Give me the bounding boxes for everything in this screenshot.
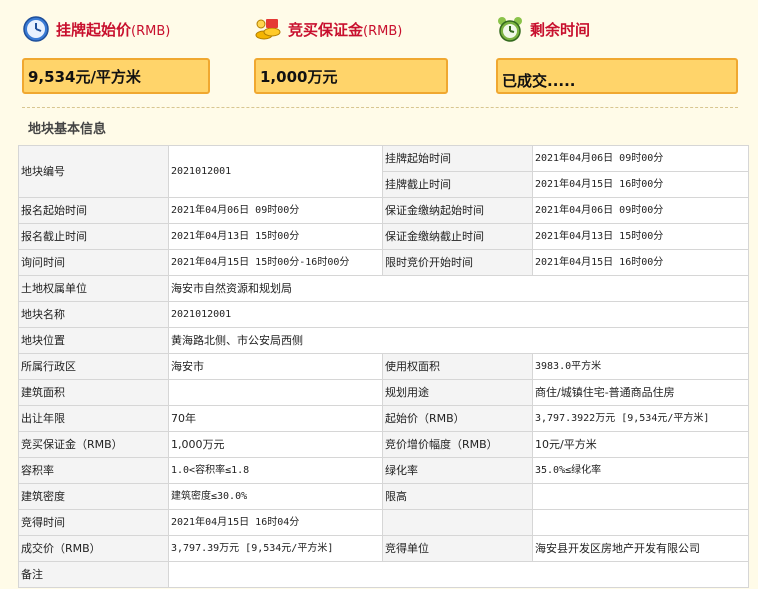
field-label: 询问时间: [18, 249, 169, 276]
field-value: 1.0<容积率≤1.8: [168, 457, 383, 484]
field-label: 限时竞价开始时间: [382, 249, 533, 276]
field-value: 35.0%≤绿化率: [532, 457, 749, 484]
field-value: 2021012001: [168, 301, 749, 328]
field-value: 70年: [168, 405, 383, 432]
field-value: 建筑密度≤30.0%: [168, 483, 383, 510]
deposit-label: 竞买保证金(RMB): [288, 20, 403, 39]
table-row: 建筑面积 规划用途 商住/城镇住宅-普通商品住房: [18, 379, 749, 406]
field-label: 挂牌起始时间: [382, 145, 533, 172]
field-label: 建筑面积: [18, 379, 169, 406]
table-row: 建筑密度 建筑密度≤30.0% 限高: [18, 483, 749, 510]
remaining-time-panel: 剩余时间 已成交.....: [496, 14, 738, 94]
field-label: 竞买保证金（RMB）: [18, 431, 169, 458]
field-value: 海安市: [168, 353, 383, 380]
field-label: 保证金缴纳起始时间: [382, 197, 533, 224]
field-label: 竞得时间: [18, 509, 169, 536]
field-label: 报名截止时间: [18, 223, 169, 250]
field-label: 绿化率: [382, 457, 533, 484]
field-value: 海安县开发区房地产开发有限公司: [532, 535, 749, 562]
field-value: 10元/平方米: [532, 431, 749, 458]
clock-icon: [23, 16, 49, 42]
field-label: 土地权属单位: [18, 275, 169, 302]
field-label: 出让年限: [18, 405, 169, 432]
table-row: 地块名称 2021012001: [18, 301, 749, 328]
field-label: [382, 509, 533, 536]
field-value: 2021年04月06日 09时00分: [168, 197, 383, 224]
table-row: 备注: [18, 561, 749, 588]
field-value: 2021年04月13日 15时00分: [168, 223, 383, 250]
field-label: 建筑密度: [18, 483, 169, 510]
field-label: 竞价增价幅度（RMB）: [382, 431, 533, 458]
table-row: 询问时间 2021年04月15日 15时00分-16时00分 限时竞价开始时间 …: [18, 249, 749, 276]
field-label: 起始价（RMB）: [382, 405, 533, 432]
deposit-panel: 竞买保证金(RMB) 1,000万元: [254, 14, 448, 94]
table-row: 报名起始时间 2021年04月06日 09时00分 保证金缴纳起始时间 2021…: [18, 197, 749, 224]
field-value: 2021年04月13日 15时00分: [532, 223, 749, 250]
field-value: [532, 483, 749, 510]
field-label: 使用权面积: [382, 353, 533, 380]
table-row: 竞得时间 2021年04月15日 16时04分: [18, 509, 749, 536]
field-label: 备注: [18, 561, 169, 588]
field-label: 挂牌截止时间: [382, 171, 533, 198]
field-value: [168, 561, 749, 588]
section-title: 地块基本信息: [28, 122, 107, 137]
field-label: 成交价（RMB）: [18, 535, 169, 562]
field-label: 所属行政区: [18, 353, 169, 380]
field-label: 地块名称: [18, 301, 169, 328]
money-icon: [255, 19, 281, 40]
table-row: 竞买保证金（RMB） 1,000万元 竞价增价幅度（RMB） 10元/平方米: [18, 431, 749, 458]
field-value: 3,797.39万元 [9,534元/平方米]: [168, 535, 383, 562]
alarm-clock-icon: [498, 17, 522, 42]
field-value: 2021012001: [168, 145, 383, 198]
summary-bar: 挂牌起始价(RMB) 9,534元/平方米 竞买保证金(RMB) 1,000万元: [0, 0, 758, 108]
remaining-time-value: 已成交.....: [496, 58, 738, 94]
remaining-time-label: 剩余时间: [530, 20, 591, 39]
field-value: [532, 509, 749, 536]
field-label: 地块位置: [18, 327, 169, 354]
table-row: 土地权属单位 海安市自然资源和规划局: [18, 275, 749, 302]
land-info-table: 地块编号 2021012001 挂牌起始时间 2021年04月06日 09时00…: [18, 145, 749, 588]
field-label: 容积率: [18, 457, 169, 484]
field-value: [168, 379, 383, 406]
table-row: 报名截止时间 2021年04月13日 15时00分 保证金缴纳截止时间 2021…: [18, 223, 749, 250]
field-value: 2021年04月15日 16时04分: [168, 509, 383, 536]
field-value: 2021年04月06日 09时00分: [532, 145, 749, 172]
field-label: 地块编号: [18, 145, 169, 198]
field-value: 1,000万元: [168, 431, 383, 458]
table-row: 地块编号 2021012001 挂牌起始时间 2021年04月06日 09时00…: [18, 145, 749, 198]
field-value: 3,797.3922万元 [9,534元/平方米]: [532, 405, 749, 432]
field-value: 黄海路北侧、市公安局西侧: [168, 327, 749, 354]
table-row: 所属行政区 海安市 使用权面积 3983.0平方米: [18, 353, 749, 380]
field-value: 商住/城镇住宅-普通商品住房: [532, 379, 749, 406]
field-label: 限高: [382, 483, 533, 510]
field-value: 2021年04月15日 16时00分: [532, 171, 749, 198]
field-label: 保证金缴纳截止时间: [382, 223, 533, 250]
divider: [22, 107, 738, 108]
field-label: 报名起始时间: [18, 197, 169, 224]
deposit-value: 1,000万元: [254, 58, 448, 94]
start-price-value: 9,534元/平方米: [22, 58, 210, 94]
table-row: 地块位置 黄海路北侧、市公安局西侧: [18, 327, 749, 354]
field-label: 竞得单位: [382, 535, 533, 562]
field-value: 2021年04月15日 16时00分: [532, 249, 749, 276]
field-label: 规划用途: [382, 379, 533, 406]
field-value: 2021年04月06日 09时00分: [532, 197, 749, 224]
field-value: 海安市自然资源和规划局: [168, 275, 749, 302]
table-row: 出让年限 70年 起始价（RMB） 3,797.3922万元 [9,534元/平…: [18, 405, 749, 432]
field-value: 3983.0平方米: [532, 353, 749, 380]
table-row: 容积率 1.0<容积率≤1.8 绿化率 35.0%≤绿化率: [18, 457, 749, 484]
field-value: 2021年04月15日 15时00分-16时00分: [168, 249, 383, 276]
table-row: 成交价（RMB） 3,797.39万元 [9,534元/平方米] 竞得单位 海安…: [18, 535, 749, 562]
start-price-label: 挂牌起始价(RMB): [56, 20, 171, 39]
start-price-panel: 挂牌起始价(RMB) 9,534元/平方米: [22, 14, 210, 94]
